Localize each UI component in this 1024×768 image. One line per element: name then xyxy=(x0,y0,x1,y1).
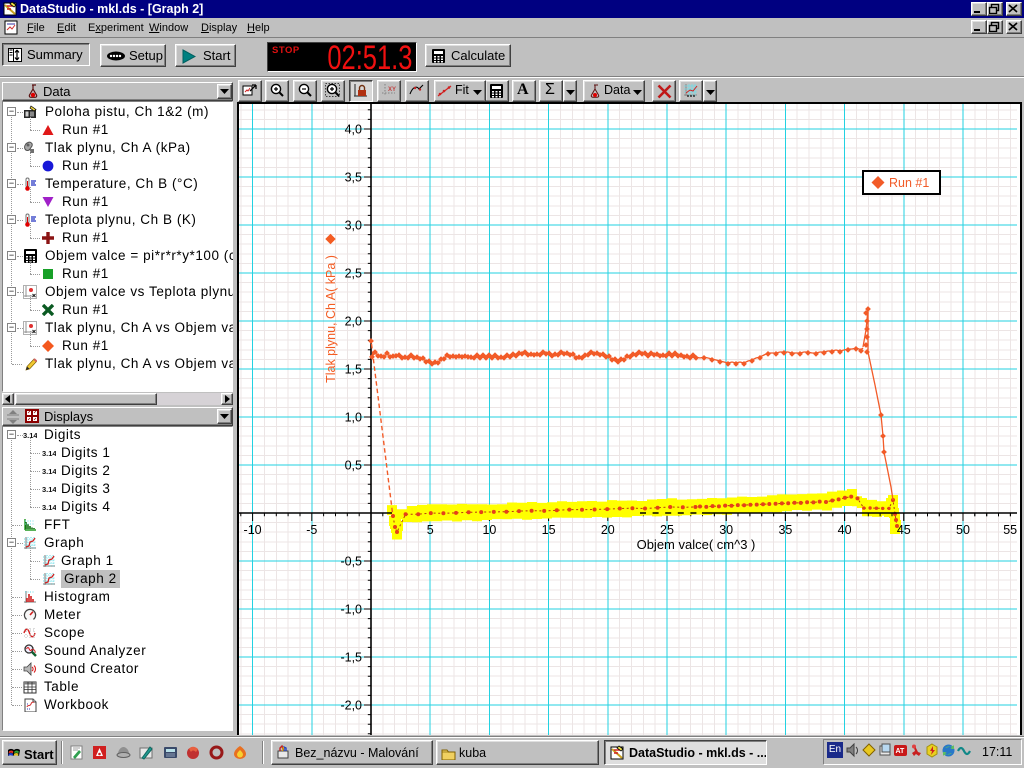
svg-text:Objem valce( cm^3 ): Objem valce( cm^3 ) xyxy=(637,537,756,552)
svg-text:30: 30 xyxy=(719,523,733,537)
svg-text:Tlak plynu, Ch A( kPa ): Tlak plynu, Ch A( kPa ) xyxy=(324,255,338,383)
svg-text:-1,0: -1,0 xyxy=(340,603,362,617)
svg-text:1,5: 1,5 xyxy=(345,363,362,377)
svg-text:3,5: 3,5 xyxy=(345,171,362,185)
svg-text:45: 45 xyxy=(897,523,911,537)
svg-text:3.14: 3.14 xyxy=(42,467,56,476)
svg-text:3.14: 3.14 xyxy=(42,449,56,458)
svg-text:XY: XY xyxy=(388,87,396,93)
svg-text:15: 15 xyxy=(542,523,556,537)
svg-text:0,5: 0,5 xyxy=(345,459,362,473)
svg-text:AT: AT xyxy=(896,748,906,755)
svg-text:35: 35 xyxy=(778,523,792,537)
svg-text:3.14: 3.14 xyxy=(42,503,56,512)
svg-text:1,0: 1,0 xyxy=(345,411,362,425)
svg-text:2,5: 2,5 xyxy=(345,267,362,281)
svg-text:40: 40 xyxy=(838,523,852,537)
svg-text:55: 55 xyxy=(1003,523,1017,537)
svg-text:2,0: 2,0 xyxy=(345,315,362,329)
svg-text:3,0: 3,0 xyxy=(345,219,362,233)
svg-text:Run #1: Run #1 xyxy=(889,176,929,190)
svg-text:25: 25 xyxy=(660,523,674,537)
svg-text:4,0: 4,0 xyxy=(345,123,362,137)
svg-text:-10: -10 xyxy=(244,523,262,537)
svg-text:10: 10 xyxy=(482,523,496,537)
svg-text:-5: -5 xyxy=(306,523,317,537)
svg-text:-1,5: -1,5 xyxy=(340,651,362,665)
svg-text:20: 20 xyxy=(601,523,615,537)
svg-text:-2,0: -2,0 xyxy=(340,699,362,713)
svg-text:50: 50 xyxy=(956,523,970,537)
svg-text:-0,5: -0,5 xyxy=(340,555,362,569)
svg-text:3.14: 3.14 xyxy=(42,485,56,494)
svg-text:5: 5 xyxy=(427,523,434,537)
